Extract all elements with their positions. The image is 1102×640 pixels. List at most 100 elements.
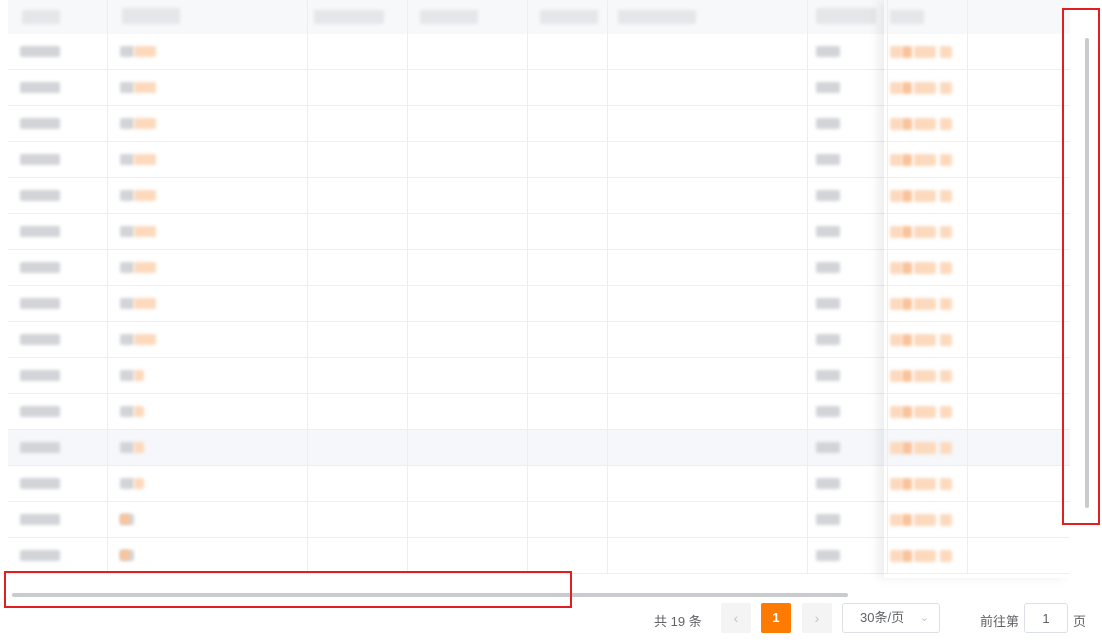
redacted-text <box>890 154 902 166</box>
table-cell <box>608 70 808 105</box>
redacted-text <box>120 154 134 165</box>
table-cell <box>528 502 608 537</box>
header-cell-8[interactable] <box>888 0 968 34</box>
header-cell-2[interactable] <box>108 0 308 34</box>
pagination: 共 19 条 ‹ 1 › 30条/页 ⌄ 前往第 页 <box>0 603 1102 633</box>
table-cell <box>608 106 808 141</box>
table-row[interactable] <box>8 394 1070 430</box>
redacted-text <box>914 190 936 202</box>
redacted-text <box>816 478 840 489</box>
table-cell <box>408 178 528 213</box>
redacted-text <box>816 334 840 345</box>
page-number-current[interactable]: 1 <box>761 603 791 633</box>
redacted-text <box>134 46 156 57</box>
redacted-text <box>914 442 936 454</box>
goto-label: 前往第 <box>980 614 1020 629</box>
table-cell <box>528 322 608 357</box>
page-size-select[interactable]: 30条/页 ⌄ <box>842 603 940 633</box>
redacted-text <box>120 550 130 560</box>
table-cell <box>8 142 108 177</box>
header-cell-1[interactable] <box>8 0 108 34</box>
table-cell <box>968 322 1070 357</box>
table-cell <box>968 70 1070 105</box>
table-cell <box>408 142 528 177</box>
redacted-text <box>890 190 902 202</box>
table-row[interactable] <box>8 70 1070 106</box>
redacted-text <box>940 262 952 274</box>
redacted-text <box>940 478 952 490</box>
redacted-text <box>120 82 134 93</box>
table-row[interactable] <box>8 250 1070 286</box>
redacted-text <box>902 514 912 526</box>
table-cell <box>308 502 408 537</box>
header-cell-7[interactable] <box>808 0 888 34</box>
table-cell <box>528 70 608 105</box>
table-cell <box>408 286 528 321</box>
table-cell <box>108 322 308 357</box>
redacted-text <box>902 298 912 310</box>
redacted-text <box>134 478 144 489</box>
table-cell <box>528 214 608 249</box>
table-row[interactable] <box>8 430 1070 466</box>
redacted-text <box>20 442 60 453</box>
redacted-text <box>134 406 144 417</box>
header-cell-5[interactable] <box>528 0 608 34</box>
redacted-text <box>902 226 912 238</box>
next-page-button[interactable]: › <box>802 603 832 633</box>
table-cell <box>888 178 968 213</box>
redacted-text <box>120 406 134 417</box>
goto-page-input[interactable] <box>1024 603 1068 633</box>
redacted-text <box>816 370 840 381</box>
table-row[interactable] <box>8 106 1070 142</box>
table-row[interactable] <box>8 142 1070 178</box>
table-row[interactable] <box>8 286 1070 322</box>
header-cell-6[interactable] <box>608 0 808 34</box>
table-row[interactable] <box>8 466 1070 502</box>
table-cell <box>8 394 108 429</box>
table-row[interactable] <box>8 358 1070 394</box>
table-cell <box>408 358 528 393</box>
table-cell <box>808 34 888 69</box>
redacted-text <box>120 226 134 237</box>
redacted-text <box>20 82 60 93</box>
table-cell <box>808 502 888 537</box>
table-cell <box>888 106 968 141</box>
table-cell <box>308 214 408 249</box>
redacted-text <box>20 190 60 201</box>
table-cell <box>968 394 1070 429</box>
table-cell <box>808 214 888 249</box>
table-cell <box>808 250 888 285</box>
table-cell <box>408 502 528 537</box>
redacted-text <box>120 478 134 489</box>
table-cell <box>888 358 968 393</box>
table-cell <box>8 106 108 141</box>
table-row[interactable] <box>8 502 1070 538</box>
table-cell <box>968 106 1070 141</box>
redacted-text <box>890 478 902 490</box>
table-cell <box>8 358 108 393</box>
table-row[interactable] <box>8 538 1070 574</box>
table-row[interactable] <box>8 34 1070 70</box>
table-cell <box>808 358 888 393</box>
table-row[interactable] <box>8 214 1070 250</box>
redacted-text <box>120 46 134 57</box>
prev-page-button[interactable]: ‹ <box>721 603 751 633</box>
table-row[interactable] <box>8 322 1070 358</box>
redacted-text <box>816 442 840 453</box>
redacted-text <box>914 118 936 130</box>
table-cell <box>808 70 888 105</box>
table-cell <box>888 250 968 285</box>
header-cell-4[interactable] <box>408 0 528 34</box>
table-cell <box>108 358 308 393</box>
header-cell-3[interactable] <box>308 0 408 34</box>
redacted-text <box>20 118 60 129</box>
redacted-text <box>816 406 840 417</box>
chevron-down-icon: ⌄ <box>919 612 929 624</box>
table-row[interactable] <box>8 178 1070 214</box>
table-header <box>8 0 1070 35</box>
redacted-text <box>914 154 936 166</box>
table-cell <box>968 430 1070 465</box>
table-cell <box>968 34 1070 69</box>
table-cell <box>408 250 528 285</box>
redacted-text <box>890 514 902 526</box>
